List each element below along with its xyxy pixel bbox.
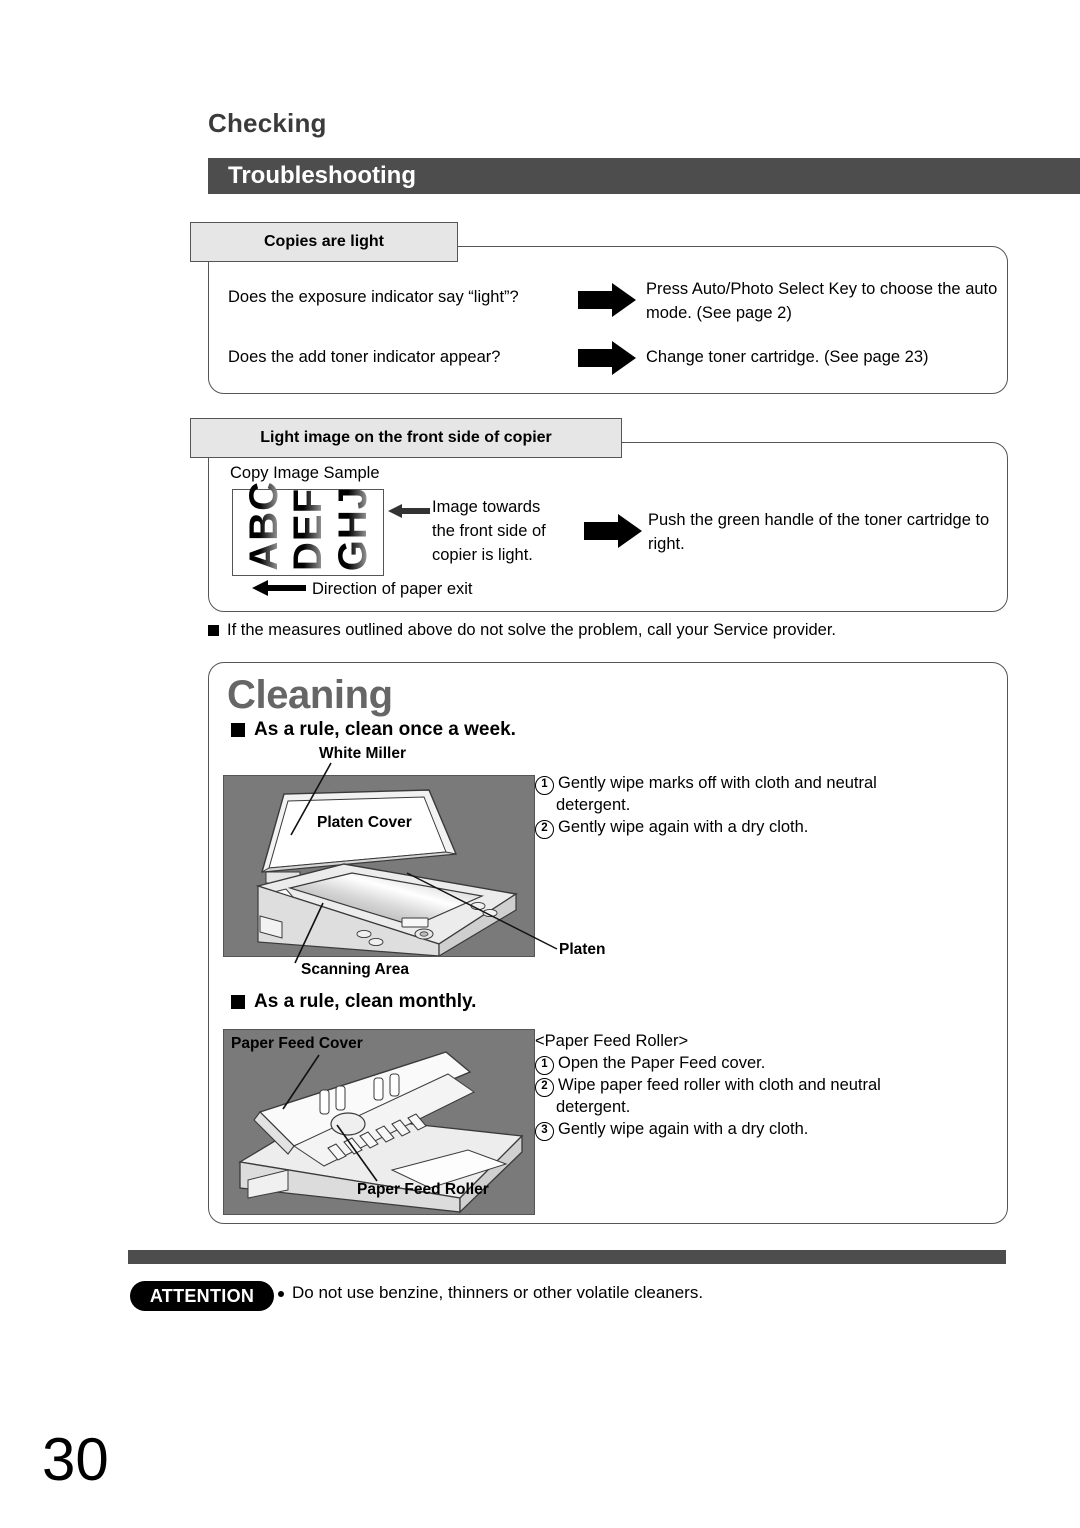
label-paper-feed-roller: Paper Feed Roller	[357, 1181, 489, 1198]
step-text: Gently wipe again with a dry cloth.	[558, 1119, 809, 1138]
leader-line-platen	[406, 872, 563, 953]
copy-image-sample-frame: ABC DEF GHJ	[232, 481, 384, 576]
page-number: 30	[42, 1426, 109, 1493]
troubleshooting-tab-copies-are-light: Copies are light	[190, 222, 458, 262]
question-add-toner-indicator: Does the add toner indicator appear?	[228, 348, 501, 366]
tab-label: Copies are light	[263, 233, 385, 250]
weekly-steps: 1 Gently wipe marks off with cloth and n…	[535, 773, 935, 839]
label-platen-cover: Platen Cover	[313, 813, 416, 833]
leader-line-paper-feed-cover	[281, 1054, 321, 1111]
step-text: Open the Paper Feed cover.	[558, 1053, 766, 1072]
attention-text: Do not use benzine, thinners or other vo…	[292, 1283, 704, 1302]
question-exposure-indicator: Does the exposure indicator say “light”?	[228, 288, 519, 306]
label-direction-of-paper-exit: Direction of paper exit	[312, 580, 473, 598]
step-number: 2	[535, 1077, 554, 1097]
step-text: Wipe paper feed roller with cloth and ne…	[558, 1075, 881, 1094]
page-title: Checking	[208, 108, 327, 138]
right-block-arrow-icon	[584, 514, 642, 548]
step-number: 1	[535, 776, 554, 795]
label-platen: Platen	[559, 941, 606, 958]
step-number: 2	[535, 819, 554, 839]
left-thin-arrow-icon	[388, 503, 430, 519]
monthly-steps-heading: <Paper Feed Roller>	[535, 1032, 689, 1050]
label-white-miller: White Miller	[319, 745, 406, 762]
monthly-step-2: 2 Wipe paper feed roller with cloth and …	[535, 1075, 955, 1097]
action-push-green-handle: Push the green handle of the toner cartr…	[648, 511, 990, 553]
step-number: 1	[535, 1055, 554, 1075]
monthly-step-2-cont: detergent.	[556, 1097, 631, 1116]
footnote-text: If the measures outlined above do not so…	[227, 621, 837, 639]
answer-exposure-indicator: Press Auto/Photo Select Key to choose th…	[646, 280, 998, 322]
rule-weekly-label: As a rule, clean once a week.	[254, 719, 516, 740]
leader-line-scanning-area	[291, 902, 325, 965]
section-header-band: Troubleshooting	[208, 158, 1080, 194]
sample-column-ghj: GHJ	[330, 485, 375, 571]
rule-clean-monthly: As a rule, clean monthly.	[231, 991, 476, 1013]
monthly-step-1: 1 Open the Paper Feed cover.	[535, 1053, 955, 1075]
cleaning-title: Cleaning	[227, 673, 393, 717]
step-number: 3	[535, 1121, 554, 1141]
sample-column-abc: ABC	[241, 481, 286, 571]
right-block-arrow-icon	[578, 341, 636, 375]
sample-column-def: DEF	[286, 488, 330, 571]
leader-line-paper-feed-roller	[336, 1124, 381, 1183]
attention-badge: ATTENTION	[130, 1281, 274, 1311]
tab-label: Light image on the front side of copier	[260, 429, 552, 446]
label-scanning-area: Scanning Area	[301, 961, 409, 978]
troubleshooting-tab-light-image: Light image on the front side of copier	[190, 418, 622, 458]
bullet-dot-icon	[278, 1291, 284, 1297]
bullet-square-icon	[208, 625, 219, 636]
bullet-square-icon	[231, 995, 245, 1009]
weekly-step-2: 2 Gently wipe again with a dry cloth.	[535, 817, 935, 839]
footer-divider-band	[128, 1250, 1006, 1264]
step-text: Gently wipe marks off with cloth and neu…	[558, 774, 877, 792]
troubleshooting-footnote: If the measures outlined above do not so…	[208, 621, 836, 640]
step-text: Gently wipe again with a dry cloth.	[558, 817, 809, 836]
monthly-steps: <Paper Feed Roller> 1 Open the Paper Fee…	[535, 1031, 955, 1141]
rule-monthly-label: As a rule, clean monthly.	[254, 991, 477, 1012]
rule-clean-weekly: As a rule, clean once a week.	[231, 719, 516, 741]
left-thin-arrow-icon	[252, 580, 306, 596]
callout-image-towards-front: Image towards the front side of copier i…	[432, 498, 546, 564]
answer-add-toner-indicator: Change toner cartridge. (See page 23)	[646, 348, 929, 366]
weekly-step-1: 1 Gently wipe marks off with cloth and n…	[535, 773, 935, 795]
document-page: Checking Troubleshooting Copies are ligh…	[0, 0, 1080, 1528]
cleaning-box: Cleaning As a rule, clean once a week. W…	[208, 662, 1008, 1224]
section-header-label: Troubleshooting	[228, 162, 416, 189]
label-paper-feed-cover: Paper Feed Cover	[231, 1035, 363, 1052]
right-block-arrow-icon	[578, 283, 636, 317]
weekly-step-1-cont: detergent.	[556, 796, 631, 814]
monthly-step-3: 3 Gently wipe again with a dry cloth.	[535, 1119, 955, 1141]
bullet-square-icon	[231, 723, 245, 737]
attention-label: ATTENTION	[149, 1285, 255, 1306]
